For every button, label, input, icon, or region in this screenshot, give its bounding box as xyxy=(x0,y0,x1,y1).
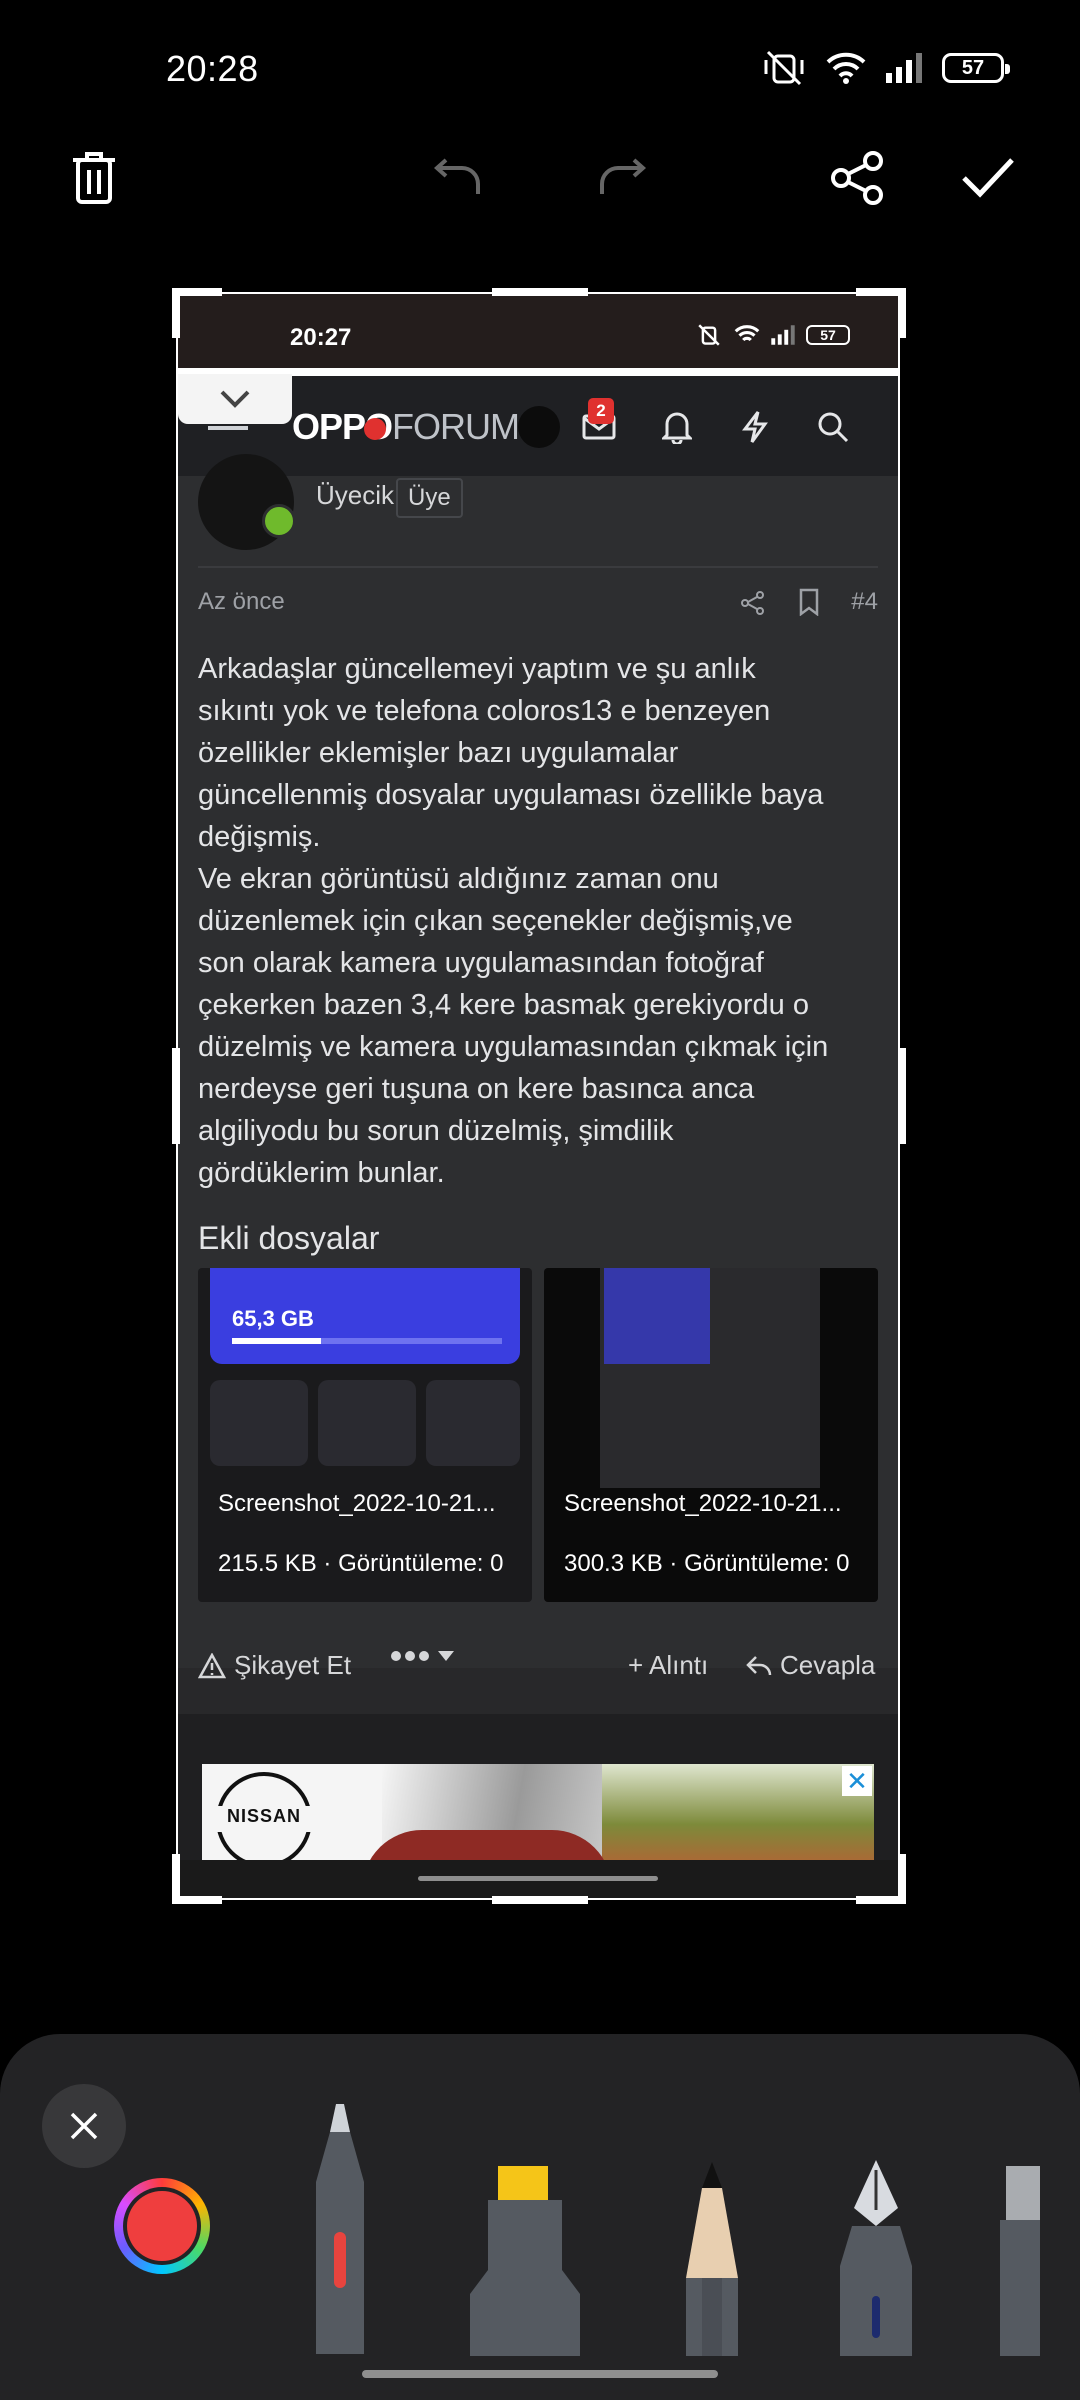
wifi-icon xyxy=(826,52,866,84)
highlighter-tool[interactable] xyxy=(466,2166,584,2356)
home-indicator[interactable] xyxy=(362,2370,718,2378)
redo-button[interactable] xyxy=(592,146,656,210)
crop-handle-bottom-left-v[interactable] xyxy=(172,1854,180,1904)
crop-handle-bottom-right-v[interactable] xyxy=(898,1854,906,1904)
redo-icon xyxy=(600,158,647,194)
confirm-button[interactable] xyxy=(956,146,1020,210)
crop-handle-top-right-v[interactable] xyxy=(898,288,906,338)
share-icon xyxy=(831,151,883,205)
crop-handle-left[interactable] xyxy=(172,1048,180,1144)
eraser-tool[interactable] xyxy=(1000,2166,1040,2356)
undo-icon xyxy=(433,158,480,194)
close-icon xyxy=(70,2112,98,2140)
color-picker[interactable] xyxy=(114,2178,210,2274)
crop-handle-top[interactable] xyxy=(492,288,588,296)
delete-button[interactable] xyxy=(62,146,126,210)
undo-button[interactable] xyxy=(424,146,488,210)
check-icon xyxy=(962,158,1014,198)
selected-color-swatch xyxy=(127,2191,197,2261)
trash-icon xyxy=(73,152,115,204)
crop-handle-bottom[interactable] xyxy=(492,1896,588,1904)
pencil-tool[interactable] xyxy=(680,2162,744,2356)
status-time: 20:28 xyxy=(166,48,259,89)
status-icons: 57 xyxy=(760,50,1010,86)
fountain-pen-tool[interactable] xyxy=(834,2160,918,2356)
crop-frame xyxy=(176,292,900,1900)
signal-icon xyxy=(886,53,922,83)
close-tools-button[interactable] xyxy=(42,2084,126,2168)
crop-handle-top-left-v[interactable] xyxy=(172,288,180,338)
battery-indicator: 57 xyxy=(942,53,1010,83)
mute-vibrate-icon xyxy=(764,50,804,86)
ballpoint-pen-tool[interactable] xyxy=(300,2104,380,2354)
crop-handle-right[interactable] xyxy=(898,1048,906,1144)
share-button[interactable] xyxy=(826,146,890,210)
